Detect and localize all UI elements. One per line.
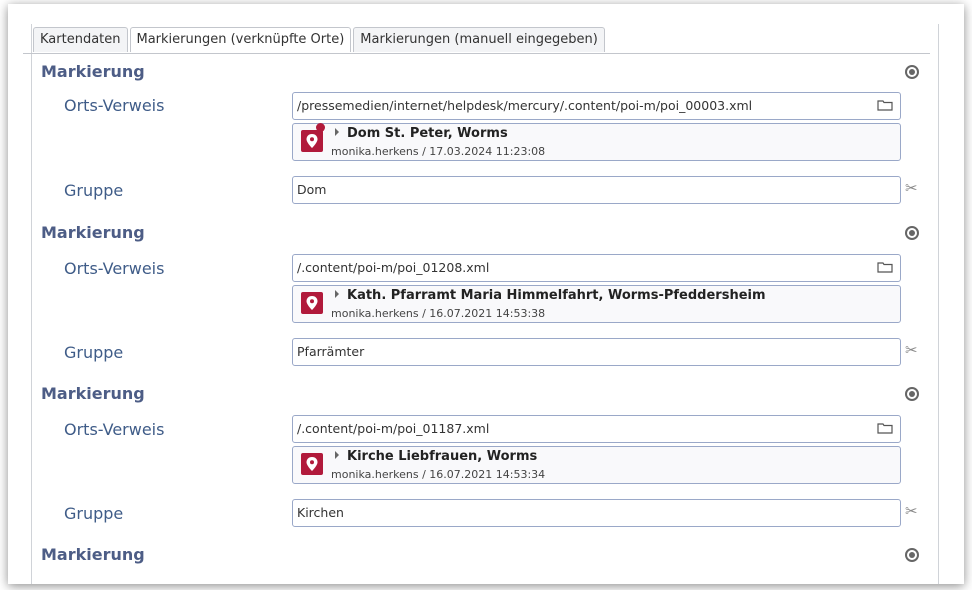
poi-title: Kirche Liebfrauen, Worms [347, 449, 538, 464]
map-pin-icon [301, 292, 323, 314]
poi-meta: monika.herkens / 17.03.2024 11:23:08 [331, 145, 546, 158]
folder-icon[interactable] [877, 261, 893, 273]
gruppe-input[interactable]: Pfarrämter [292, 338, 901, 366]
poi-preview[interactable]: Kirche Liebfrauen, Worms monika.herkens … [292, 446, 901, 484]
poi-meta: monika.herkens / 16.07.2021 14:53:34 [331, 468, 546, 481]
orts-verweis-value: /.content/poi-m/poi_01208.xml [297, 260, 490, 275]
poi-title: Dom St. Peter, Worms [347, 126, 508, 141]
orts-verweis-value: /pressemedien/internet/helpdesk/mercury/… [297, 98, 753, 113]
folder-icon[interactable] [877, 422, 893, 434]
poi-preview[interactable]: Kath. Pfarramt Maria Himmelfahrt, Worms-… [292, 285, 901, 323]
tab-divider [23, 53, 930, 54]
gruppe-label: Gruppe [64, 343, 124, 362]
status-dot-icon [316, 123, 325, 132]
poi-title: Kath. Pfarramt Maria Himmelfahrt, Worms-… [347, 288, 766, 303]
markierung-section: Markierung Orts-Verweis /pressemedien/in… [33, 62, 923, 223]
circle-dot-icon[interactable] [905, 65, 919, 79]
circle-dot-icon[interactable] [905, 226, 919, 240]
orts-verweis-label: Orts-Verweis [64, 96, 165, 115]
tab-markierungen-verknuepft[interactable]: Markierungen (verknüpfte Orte) [129, 27, 352, 52]
orts-verweis-label: Orts-Verweis [64, 420, 165, 439]
markierung-heading: Markierung [41, 223, 145, 242]
poi-preview[interactable]: Dom St. Peter, Worms monika.herkens / 17… [292, 123, 901, 161]
circle-dot-icon[interactable] [905, 548, 919, 562]
scissors-icon[interactable]: ✂ [905, 179, 918, 197]
markierung-heading: Markierung [41, 62, 145, 81]
tab-bar: Kartendaten Markierungen (verknüpfte Ort… [33, 27, 605, 53]
orts-verweis-value: /.content/poi-m/poi_01187.xml [297, 421, 490, 436]
folder-icon[interactable] [877, 99, 893, 111]
orts-verweis-input[interactable]: /pressemedien/internet/helpdesk/mercury/… [292, 92, 901, 120]
gruppe-label: Gruppe [64, 504, 124, 523]
orts-verweis-label: Orts-Verweis [64, 259, 165, 278]
orts-verweis-input[interactable]: /.content/poi-m/poi_01208.xml [292, 254, 901, 282]
orts-verweis-input[interactable]: /.content/poi-m/poi_01187.xml [292, 415, 901, 443]
caret-right-icon[interactable] [335, 128, 339, 136]
poi-meta: monika.herkens / 16.07.2021 14:53:38 [331, 307, 546, 320]
tab-markierungen-manuell[interactable]: Markierungen (manuell eingegeben) [353, 27, 605, 52]
markierung-section: Markierung Orts-Verweis /.content/poi-m/… [33, 384, 923, 545]
map-pin-icon [301, 130, 323, 152]
caret-right-icon[interactable] [335, 451, 339, 459]
scissors-icon[interactable]: ✂ [905, 502, 918, 520]
markierung-heading: Markierung [41, 545, 145, 564]
gruppe-input[interactable]: Dom [292, 176, 901, 204]
scissors-icon[interactable]: ✂ [905, 341, 918, 359]
tab-kartendaten[interactable]: Kartendaten [33, 27, 128, 52]
markierung-section: Markierung Orts-Verweis /.content/poi-m/… [33, 223, 923, 384]
markierung-heading: Markierung [41, 384, 145, 403]
gruppe-input[interactable]: Kirchen [292, 499, 901, 527]
map-pin-icon [301, 453, 323, 475]
circle-dot-icon[interactable] [905, 387, 919, 401]
gruppe-label: Gruppe [64, 181, 124, 200]
caret-right-icon[interactable] [335, 290, 339, 298]
markierung-section: Markierung [33, 545, 923, 575]
